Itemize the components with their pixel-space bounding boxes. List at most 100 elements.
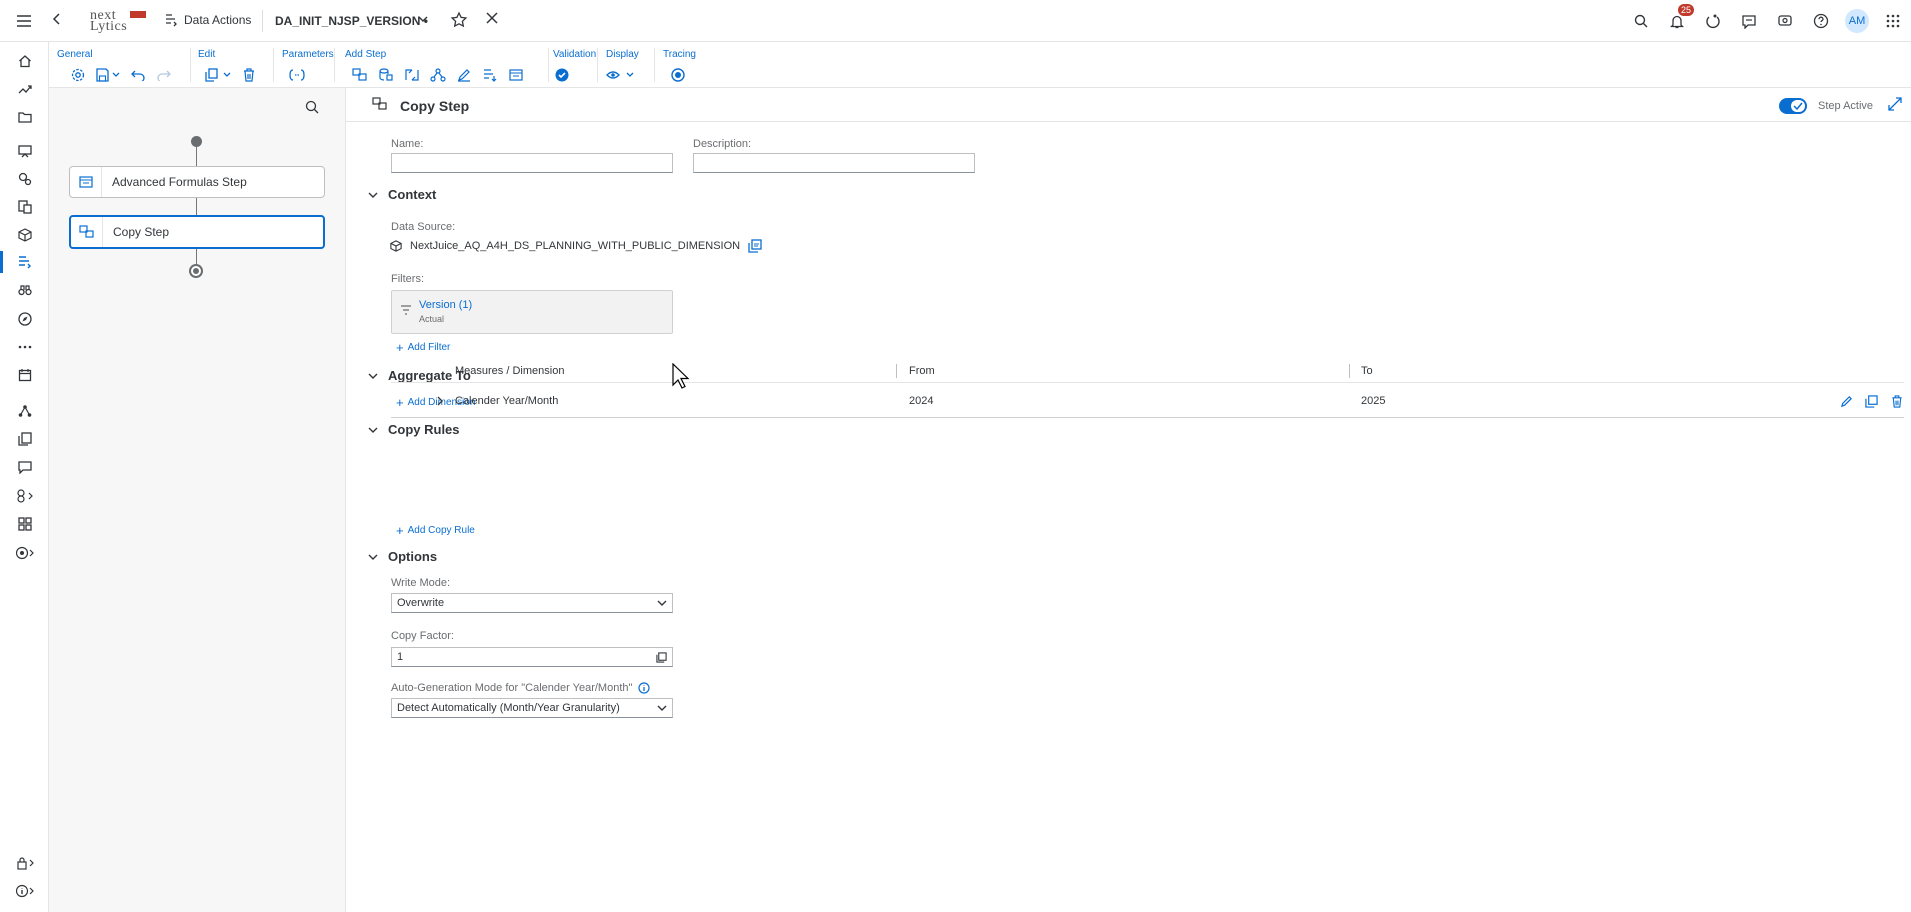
- info-icon[interactable]: [0, 878, 49, 904]
- data-actions-nav-icon[interactable]: [0, 249, 49, 275]
- trend-icon[interactable]: [0, 76, 49, 102]
- copy-step-icon[interactable]: [351, 66, 369, 84]
- breadcrumb-label: Data Actions: [184, 13, 252, 27]
- delete-icon[interactable]: [240, 66, 258, 84]
- flow-step-advanced-formulas[interactable]: Advanced Formulas Step: [69, 166, 325, 198]
- redo-icon[interactable]: [155, 66, 173, 84]
- breadcrumb[interactable]: Data Actions: [164, 13, 251, 27]
- allocation-step-icon[interactable]: [429, 66, 447, 84]
- flow-step-copy[interactable]: Copy Step: [69, 215, 325, 249]
- network-icon[interactable]: [0, 398, 49, 424]
- integrations-icon[interactable]: [0, 483, 49, 509]
- menu-icon[interactable]: [14, 11, 34, 31]
- model-icon[interactable]: [0, 222, 49, 248]
- change-source-icon[interactable]: [748, 239, 762, 253]
- chevron-down-icon: [368, 553, 378, 561]
- edit-pencil-icon[interactable]: [1840, 395, 1853, 408]
- toolbar-group-label: Parameters: [282, 49, 334, 60]
- delete-icon[interactable]: [1891, 395, 1903, 408]
- save-icon[interactable]: [95, 66, 121, 84]
- toolbar: General Edit Parameters Add Step Validat…: [49, 42, 1911, 88]
- chevron-down-icon: [657, 599, 667, 607]
- section-title: Options: [388, 549, 438, 564]
- support-icon[interactable]: [0, 540, 49, 566]
- filter-name: Version (1): [419, 299, 473, 311]
- chat-icon[interactable]: [0, 454, 49, 480]
- options-section-header[interactable]: Options: [368, 549, 437, 564]
- chevron-down-icon: [368, 372, 378, 380]
- apps-icon[interactable]: [0, 511, 49, 537]
- user-avatar-button[interactable]: AM: [1839, 0, 1875, 42]
- undo-icon[interactable]: [129, 66, 147, 84]
- expand-icon[interactable]: [1888, 97, 1902, 111]
- add-copy-rule-link[interactable]: + Add Copy Rule: [396, 522, 475, 538]
- column-header: From: [909, 365, 935, 377]
- mouse-cursor-icon: [672, 363, 690, 389]
- embedded-step-icon[interactable]: [377, 66, 395, 84]
- copy-icon[interactable]: [204, 66, 232, 84]
- write-mode-select[interactable]: Overwrite: [391, 593, 673, 613]
- name-input[interactable]: [391, 153, 673, 173]
- filters-label: Filters:: [391, 273, 424, 285]
- calendar-icon[interactable]: [0, 362, 49, 388]
- info-icon[interactable]: [638, 682, 651, 694]
- advanced-formula-step-icon[interactable]: [455, 66, 473, 84]
- favorite-star-icon[interactable]: [450, 11, 468, 29]
- toolbar-group-label: Validation: [553, 49, 597, 60]
- data-action-step-icon[interactable]: [481, 66, 499, 84]
- search-icon[interactable]: [1623, 0, 1659, 42]
- binoculars-icon[interactable]: [0, 277, 49, 303]
- conversion-step-icon[interactable]: [403, 66, 421, 84]
- copy-rules-section-header[interactable]: Copy Rules: [368, 422, 460, 437]
- planning-icon[interactable]: [0, 194, 49, 220]
- row-dimension: Calender Year/Month: [455, 395, 559, 407]
- compass-icon[interactable]: [0, 306, 49, 332]
- notifications-button[interactable]: 25: [1659, 0, 1695, 42]
- chevron-down-icon[interactable]: [418, 15, 428, 23]
- table-row[interactable]: Calender Year/Month 2024 2025: [391, 384, 1904, 418]
- checkmark-icon: [1791, 100, 1805, 112]
- tracing-record-icon[interactable]: [669, 66, 687, 84]
- home-icon[interactable]: [0, 48, 49, 74]
- filter-token[interactable]: Version (1) Actual: [391, 290, 673, 334]
- close-icon[interactable]: [486, 12, 498, 24]
- copy-factor-label: Copy Factor:: [391, 630, 454, 642]
- step-active-label: Step Active: [1818, 100, 1874, 112]
- search-icon[interactable]: [305, 100, 319, 114]
- plus-icon: +: [396, 522, 404, 538]
- divider: [273, 48, 274, 82]
- chevron-right-icon[interactable]: [437, 396, 444, 406]
- auto-generation-select[interactable]: Detect Automatically (Month/Year Granula…: [391, 698, 673, 718]
- parameter-icon[interactable]: [288, 66, 306, 84]
- document-title[interactable]: DA_INIT_NJSP_VERSION •: [275, 14, 428, 28]
- step-active-toggle[interactable]: [1779, 98, 1807, 114]
- connector: [196, 147, 197, 167]
- stories-icon[interactable]: [0, 138, 49, 164]
- context-section-header[interactable]: Context: [368, 187, 436, 202]
- analytics-icon[interactable]: [0, 166, 49, 192]
- copy-factor-input[interactable]: 1: [391, 647, 673, 667]
- folder-icon[interactable]: [0, 104, 49, 130]
- validate-check-icon[interactable]: [553, 66, 571, 84]
- formula-step-icon[interactable]: [507, 66, 525, 84]
- display-eye-icon[interactable]: [606, 66, 636, 84]
- logo-mark: [130, 11, 146, 18]
- toolbar-group-label: Tracing: [663, 49, 696, 60]
- back-icon[interactable]: [52, 12, 62, 26]
- app-grid-icon[interactable]: [1875, 0, 1911, 42]
- description-input[interactable]: [693, 153, 975, 173]
- add-filter-link[interactable]: + Add Filter: [396, 341, 450, 354]
- row-to: 2025: [1361, 395, 1386, 407]
- cube-icon: [390, 240, 402, 252]
- feedback-icon[interactable]: [1767, 0, 1803, 42]
- more-icon[interactable]: [0, 334, 49, 360]
- security-icon[interactable]: [0, 850, 49, 876]
- value-help-icon[interactable]: [656, 652, 667, 663]
- help-icon[interactable]: [1803, 0, 1839, 42]
- discussions-icon[interactable]: [1731, 0, 1767, 42]
- duplicate-icon[interactable]: [1865, 395, 1878, 408]
- assistant-icon[interactable]: [1695, 0, 1731, 42]
- settings-gear-icon[interactable]: [69, 66, 87, 84]
- files-icon[interactable]: [0, 426, 49, 452]
- toolbar-group-label: Edit: [198, 49, 216, 60]
